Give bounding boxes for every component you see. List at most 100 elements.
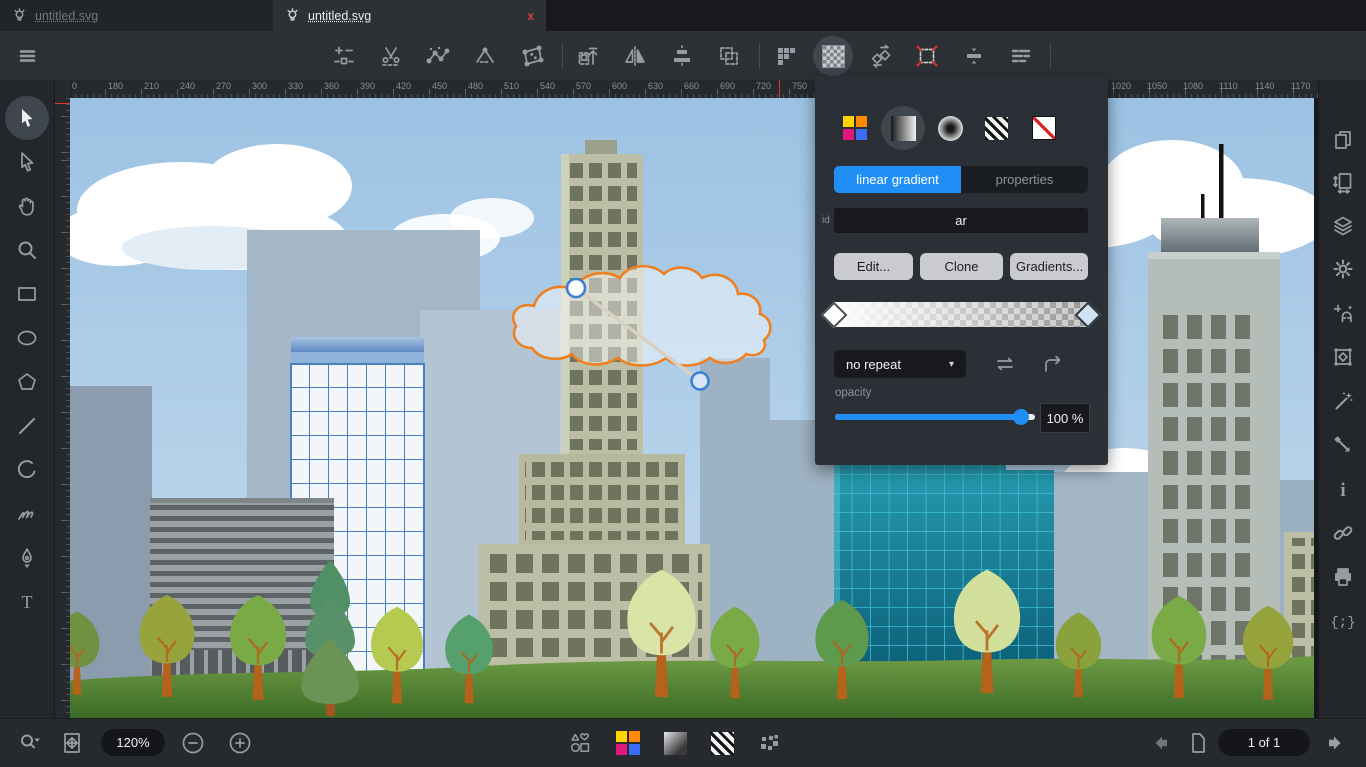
reverse-gradient-icon[interactable] bbox=[993, 352, 1017, 376]
tab-properties[interactable]: properties bbox=[961, 166, 1088, 193]
page-button[interactable] bbox=[1178, 723, 1218, 763]
page-size-button[interactable] bbox=[1321, 160, 1365, 204]
align-center-icon bbox=[670, 44, 694, 68]
magic-wand-icon bbox=[1331, 389, 1355, 413]
edit-button[interactable]: Edit... bbox=[834, 253, 913, 280]
tool-node-select[interactable] bbox=[5, 140, 49, 184]
zoom-presets-button[interactable] bbox=[10, 723, 50, 763]
gradient-start-handle[interactable] bbox=[567, 279, 585, 297]
fill-none-button[interactable] bbox=[1022, 106, 1066, 150]
gradient-preview bbox=[834, 302, 1088, 327]
group-button[interactable] bbox=[709, 36, 749, 76]
page-indicator-pill[interactable]: 1 of 1 bbox=[1218, 729, 1310, 756]
tool-pan[interactable] bbox=[5, 184, 49, 228]
fit-page-button[interactable] bbox=[52, 723, 92, 763]
tool-text[interactable]: T bbox=[5, 580, 49, 624]
transform-object-button[interactable] bbox=[1321, 335, 1365, 379]
menu-button[interactable] bbox=[8, 36, 48, 76]
tool-arc[interactable] bbox=[5, 448, 49, 492]
rectangle-icon bbox=[15, 282, 39, 306]
node-add-remove-button[interactable] bbox=[324, 36, 364, 76]
radial-gradient-icon bbox=[938, 116, 963, 141]
fill-radial-gradient-button[interactable] bbox=[928, 106, 972, 150]
fill-pattern-button[interactable] bbox=[974, 106, 1018, 150]
magic-wand-button[interactable] bbox=[1321, 379, 1365, 423]
opacity-slider-thumb[interactable] bbox=[1013, 409, 1029, 425]
tool-zoom[interactable] bbox=[5, 228, 49, 272]
next-page-button[interactable] bbox=[1314, 723, 1354, 763]
gradient-id-input[interactable] bbox=[834, 208, 1088, 233]
mask-corner-icon bbox=[774, 44, 798, 68]
magnet-icon bbox=[1331, 301, 1355, 325]
drawing-canvas[interactable] bbox=[70, 98, 1314, 718]
fit-page-icon bbox=[60, 731, 84, 755]
tab-linear-gradient[interactable]: linear gradient bbox=[834, 166, 961, 193]
pages-icon bbox=[1331, 128, 1355, 152]
code-braces-icon: {;} bbox=[1331, 609, 1355, 633]
code-button[interactable]: {;} bbox=[1321, 599, 1365, 643]
mask-button[interactable] bbox=[766, 36, 806, 76]
snap-button[interactable] bbox=[1321, 291, 1365, 335]
link-button[interactable] bbox=[1321, 511, 1365, 555]
align-center-button[interactable] bbox=[662, 36, 702, 76]
opacity-value: 100 % bbox=[1040, 403, 1090, 433]
zoom-level-pill[interactable]: 120% bbox=[101, 729, 165, 756]
fill-swatches-button[interactable] bbox=[833, 106, 877, 150]
gradient-end-handle[interactable] bbox=[692, 373, 709, 390]
tab-untitled-2[interactable]: untitled.svg x bbox=[273, 0, 546, 31]
picker-button[interactable] bbox=[1321, 423, 1365, 467]
tab-untitled-1[interactable]: untitled.svg bbox=[0, 0, 273, 31]
gradients-button[interactable]: Gradients... bbox=[1010, 253, 1088, 280]
svg-text:T: T bbox=[22, 592, 33, 612]
fill-linear-gradient-button[interactable] bbox=[881, 106, 925, 150]
zoom-out-button[interactable] bbox=[173, 723, 213, 763]
tool-pen[interactable] bbox=[5, 536, 49, 580]
info-button[interactable]: i bbox=[1321, 467, 1365, 511]
settings-button[interactable] bbox=[1321, 247, 1365, 291]
gradient-library-button[interactable] bbox=[655, 723, 695, 763]
layers-button[interactable] bbox=[1321, 204, 1365, 248]
selection-edit-button[interactable] bbox=[907, 36, 947, 76]
symbols-library-button[interactable] bbox=[749, 723, 789, 763]
tool-ellipse[interactable] bbox=[5, 316, 49, 360]
tool-rectangle[interactable] bbox=[5, 272, 49, 316]
gradient-tool-button[interactable] bbox=[813, 36, 853, 76]
deform-button[interactable] bbox=[512, 36, 552, 76]
turn-gradient-icon[interactable] bbox=[1041, 352, 1065, 376]
group-icon bbox=[717, 44, 741, 68]
cut-path-button[interactable] bbox=[371, 36, 411, 76]
tool-select[interactable] bbox=[5, 96, 49, 140]
shapes-library-button[interactable] bbox=[560, 723, 600, 763]
swap-fill-button[interactable] bbox=[861, 36, 901, 76]
swatches-icon bbox=[843, 116, 867, 140]
raise-top-button[interactable] bbox=[568, 36, 608, 76]
pattern-icon bbox=[711, 732, 734, 755]
bottom-bar: 120% 1 of 1 bbox=[0, 718, 1366, 767]
repeat-select[interactable]: no repeat ▾ bbox=[834, 350, 966, 378]
horizontal-ruler: 0180210240270300330360390420450480510540… bbox=[54, 80, 1318, 98]
opacity-slider-fill bbox=[835, 414, 1027, 420]
dash-pattern-button[interactable] bbox=[1001, 36, 1041, 76]
gradient-stop-bar[interactable] bbox=[834, 302, 1088, 327]
node-handles-button[interactable] bbox=[418, 36, 458, 76]
print-button[interactable] bbox=[1321, 555, 1365, 599]
tab-close-icon[interactable]: x bbox=[527, 9, 534, 23]
ruler-corner bbox=[54, 80, 71, 98]
pages-button[interactable] bbox=[1321, 118, 1365, 162]
zoom-presets-icon bbox=[18, 731, 42, 755]
layers-icon bbox=[1331, 214, 1355, 238]
distribute-vertical-button[interactable] bbox=[954, 36, 994, 76]
tool-line[interactable] bbox=[5, 404, 49, 448]
zoom-in-button[interactable] bbox=[220, 723, 260, 763]
artwork bbox=[70, 98, 1314, 718]
pattern-library-button[interactable] bbox=[702, 723, 742, 763]
swatch-library-button[interactable] bbox=[608, 723, 648, 763]
tool-pencil[interactable] bbox=[5, 492, 49, 536]
opacity-slider[interactable] bbox=[835, 414, 1035, 420]
tool-polygon[interactable] bbox=[5, 360, 49, 404]
clone-button[interactable]: Clone bbox=[920, 253, 1003, 280]
corner-tool-button[interactable] bbox=[465, 36, 505, 76]
flip-horizontal-button[interactable] bbox=[615, 36, 655, 76]
prev-page-button[interactable] bbox=[1142, 723, 1182, 763]
transform-object-icon bbox=[1331, 345, 1355, 369]
